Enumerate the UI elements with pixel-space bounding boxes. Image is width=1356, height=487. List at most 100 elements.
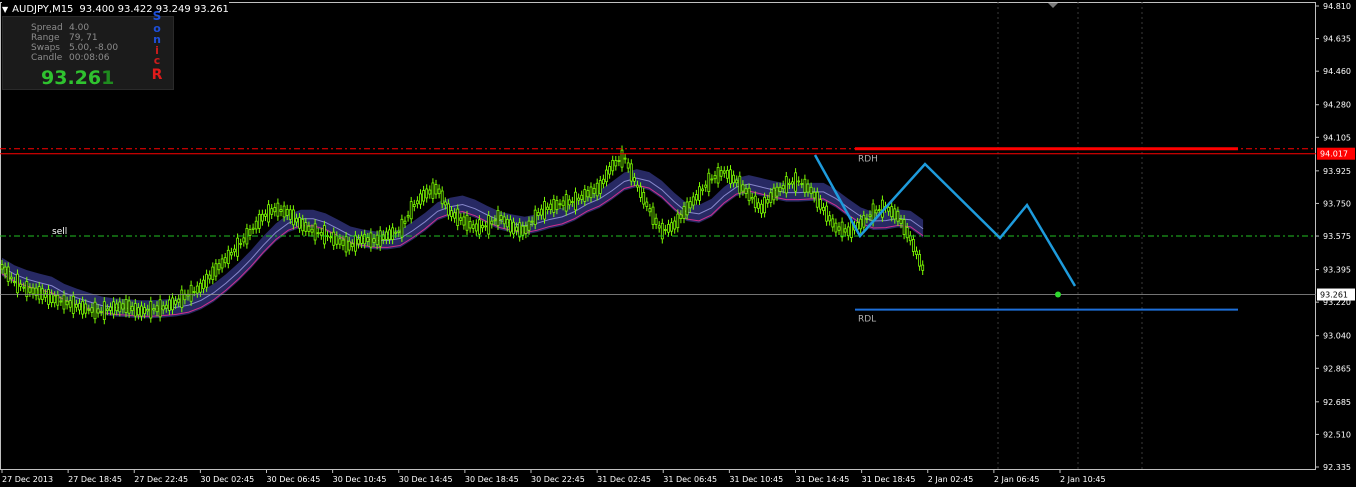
candle-body: [428, 189, 432, 195]
x-axis-label: 30 Dec 18:45: [465, 475, 519, 484]
candle-body: [239, 242, 243, 245]
candle-body: [843, 228, 847, 233]
candle-body: [512, 221, 515, 235]
candle-body: [477, 219, 481, 235]
candle-body: [304, 222, 308, 232]
dropdown-triangle-icon[interactable]: ▼: [2, 5, 8, 14]
candle-body: [484, 225, 488, 228]
info-row-candle: Candle 00:08:06: [31, 53, 109, 63]
candle-body: [12, 281, 16, 283]
sonic-letter: c: [153, 54, 161, 67]
candle-body: [877, 209, 881, 212]
candle-body: [639, 186, 642, 198]
candle-body: [862, 214, 866, 228]
candle-body: [347, 240, 351, 251]
candle-body: [747, 187, 751, 202]
candle-body: [549, 203, 553, 210]
candle-body: [874, 209, 878, 214]
info-value: 4.00: [69, 23, 90, 33]
candle-body: [353, 235, 357, 252]
candle-body: [533, 209, 537, 225]
candle-body: [338, 238, 342, 245]
x-axis-label: 30 Dec 10:45: [333, 475, 387, 484]
candle-body: [474, 223, 478, 232]
candle-body: [133, 303, 137, 317]
candle-body: [729, 169, 732, 184]
candle-body: [6, 266, 10, 282]
candle-body: [487, 215, 491, 235]
candle-body: [375, 234, 379, 246]
info-label: Range: [31, 33, 60, 43]
candle-body: [251, 227, 255, 230]
candle-body: [750, 197, 754, 200]
candle-body: [527, 220, 531, 231]
candle-body: [896, 210, 900, 222]
candle-body: [443, 201, 447, 206]
info-value: 00:08:06: [69, 53, 110, 63]
candle-body: [468, 221, 472, 229]
candle-body: [136, 307, 140, 316]
candle-body: [68, 300, 72, 308]
candle-body: [791, 181, 794, 185]
candle-body: [16, 273, 19, 294]
candle-body: [719, 170, 723, 177]
price-chart[interactable]: 94.810 94.635 94.460 94.280 94.105 93.925 93.7…: [0, 0, 1356, 487]
candle-body: [515, 226, 518, 232]
candle-body: [784, 176, 788, 194]
candle-body: [471, 224, 475, 229]
candle-body: [753, 195, 757, 209]
candle-body: [37, 286, 41, 300]
candle-body: [437, 188, 441, 195]
candle-body: [803, 178, 807, 193]
candle-body: [589, 186, 593, 199]
candle-body: [397, 230, 401, 233]
candle-body: [59, 300, 63, 303]
y-axis-label: 93.575: [1323, 232, 1351, 241]
candle-body: [819, 199, 822, 210]
y-axis-label: 94.105: [1323, 133, 1351, 142]
candle-body: [446, 203, 450, 216]
candle-body: [536, 212, 540, 216]
candle-body: [158, 299, 162, 318]
candle-body: [288, 209, 292, 220]
candle-body: [561, 200, 565, 207]
candle-body: [505, 219, 509, 228]
info-row-spread: Spread 4.00: [31, 23, 89, 33]
candle-body: [574, 191, 577, 211]
candle-body: [636, 184, 639, 188]
candle-body: [806, 183, 810, 193]
candle-body: [571, 201, 574, 203]
candle-body: [685, 201, 689, 216]
candle-body: [899, 219, 903, 224]
candle-body: [657, 225, 661, 229]
y-axis-label: 92.335: [1323, 463, 1351, 472]
info-row-range: Range 79, 71: [31, 33, 98, 43]
candle-body: [28, 287, 32, 293]
candle-body: [834, 222, 838, 233]
candle-body: [329, 236, 333, 239]
candle-body: [741, 184, 745, 192]
candle-body: [552, 199, 556, 213]
candle-body: [794, 172, 797, 192]
candle-body: [840, 221, 844, 238]
candle-body: [260, 213, 264, 222]
candle-body: [673, 220, 677, 230]
candle-body: [254, 220, 258, 230]
candle-body: [71, 295, 75, 314]
candle-body: [195, 285, 199, 294]
candle-body: [357, 238, 360, 245]
candle-body: [440, 190, 444, 205]
candle-body: [211, 266, 215, 280]
candle-body: [378, 230, 382, 247]
candle-body: [415, 200, 419, 205]
candle-body: [93, 301, 97, 320]
candle-body: [106, 308, 109, 311]
sell-label: sell: [52, 227, 67, 237]
candle-body: [564, 194, 568, 212]
candle-body: [456, 208, 460, 226]
candle-body: [341, 239, 345, 247]
shift-marker-icon[interactable]: [1048, 3, 1058, 8]
candle-body: [412, 204, 416, 207]
candle-body: [825, 205, 828, 222]
candle-body: [189, 284, 193, 302]
